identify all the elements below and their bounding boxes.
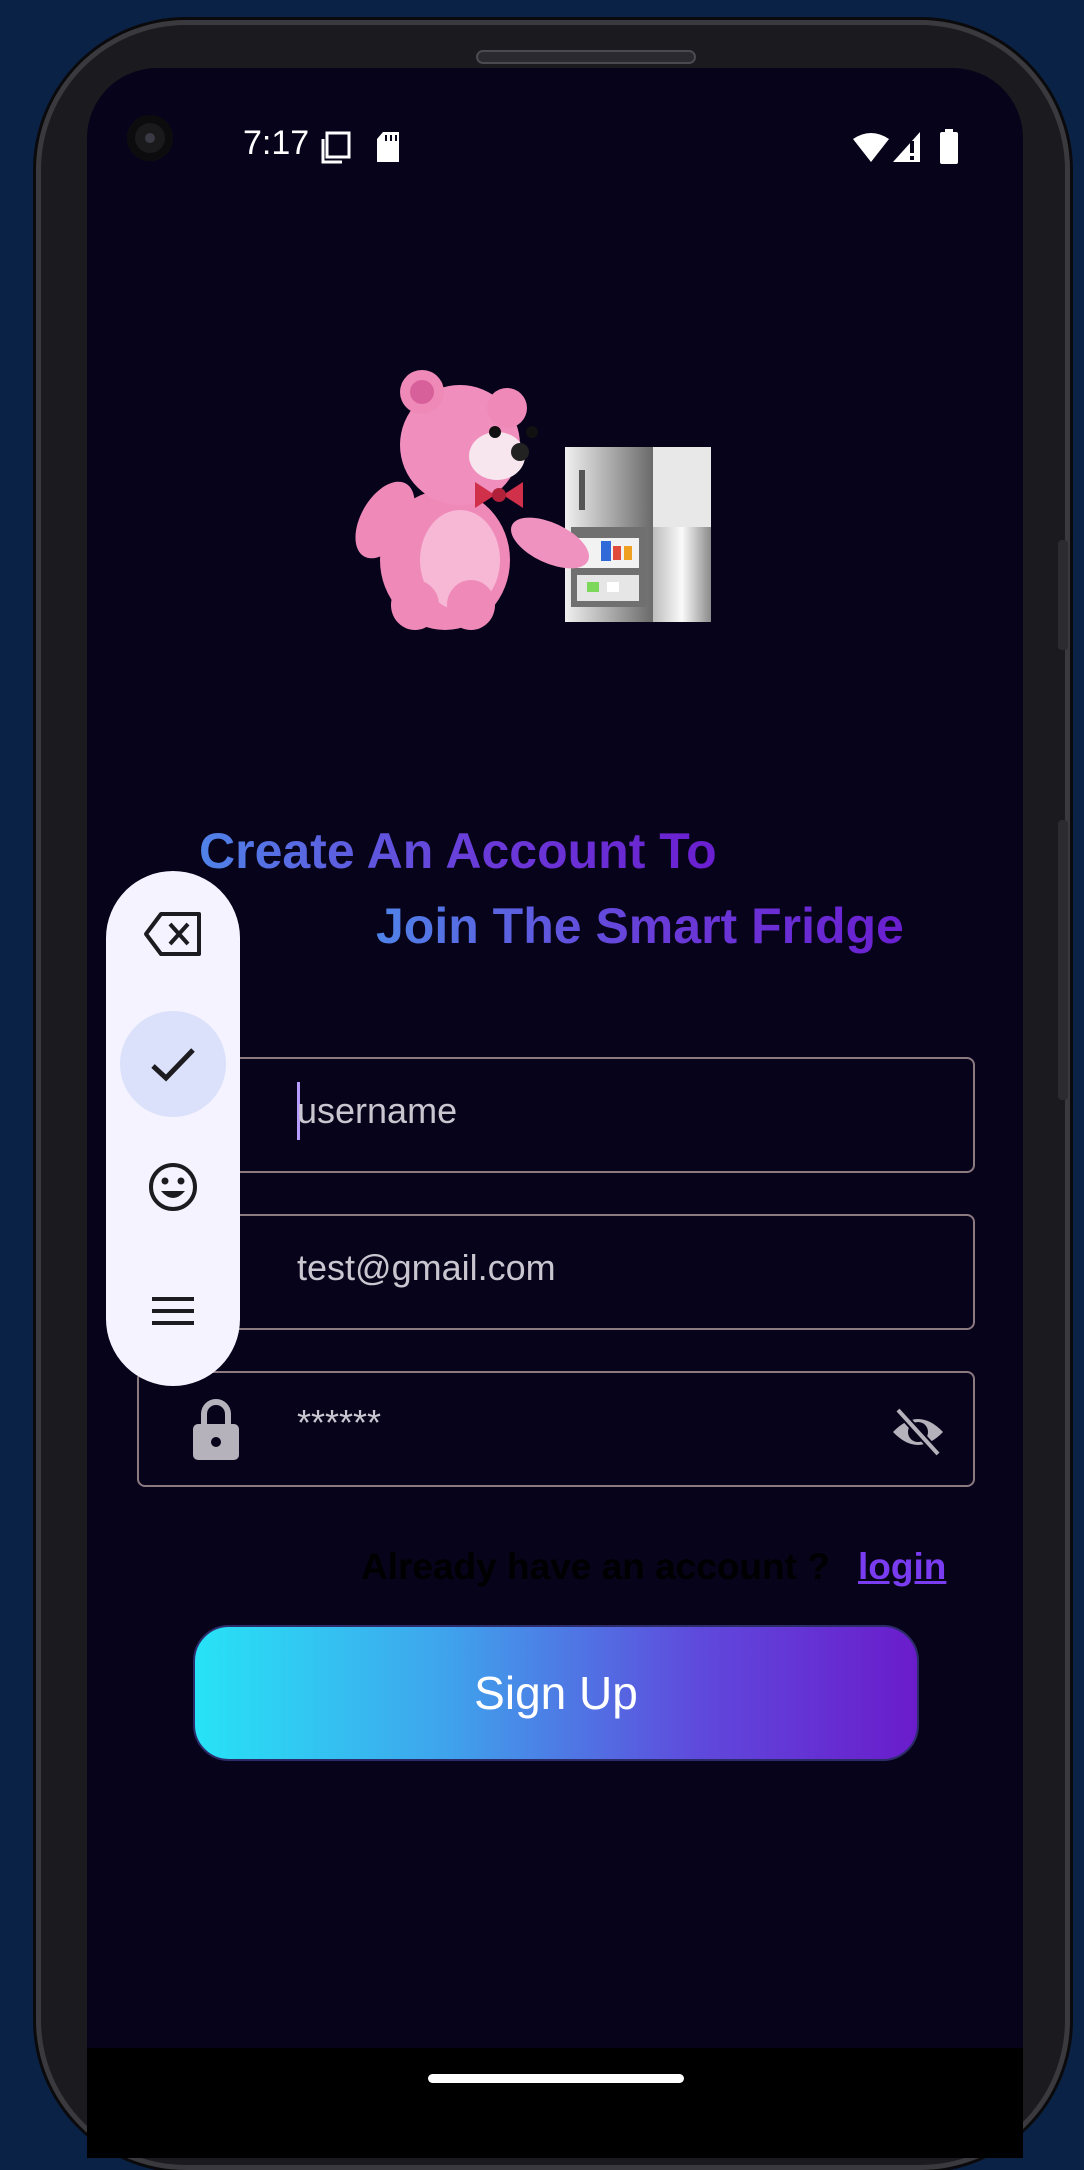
power-button xyxy=(1058,540,1068,650)
home-indicator[interactable] xyxy=(428,2074,684,2083)
confirm-button[interactable] xyxy=(120,1011,226,1117)
sign-up-button[interactable]: Sign Up xyxy=(193,1625,919,1761)
visibility-off-icon[interactable] xyxy=(890,1404,946,1460)
teddy-bear-fridge-illustration xyxy=(355,370,711,630)
volume-button xyxy=(1058,820,1068,1100)
speaker-grille xyxy=(476,50,696,64)
username-placeholder: username xyxy=(297,1090,458,1131)
front-camera xyxy=(127,115,173,161)
menu-icon xyxy=(152,1297,194,1325)
emoji-icon xyxy=(149,1163,197,1211)
menu-button[interactable] xyxy=(120,1258,226,1364)
sign-up-label: Sign Up xyxy=(474,1667,638,1719)
keyboard-toolbar xyxy=(106,871,240,1386)
screen-record-icon xyxy=(321,131,351,164)
battery-icon xyxy=(940,129,958,164)
signal-icon xyxy=(893,132,920,162)
backspace-button[interactable] xyxy=(120,881,226,987)
email-field[interactable] xyxy=(137,1214,975,1330)
status-time: 7:17 xyxy=(243,124,310,162)
already-have-account-text: Already have an account ? xyxy=(361,1546,830,1587)
lock-icon xyxy=(193,1399,239,1460)
headline-line-1: Create An Account To xyxy=(199,823,717,879)
headline-line-2: Join The Smart Fridge xyxy=(376,898,904,954)
password-value: ****** xyxy=(297,1402,382,1443)
navigation-bar xyxy=(87,2048,1023,2158)
username-field[interactable] xyxy=(137,1057,975,1173)
wifi-icon xyxy=(853,133,889,162)
backspace-icon xyxy=(144,912,201,956)
emoji-button[interactable] xyxy=(120,1134,226,1240)
login-link[interactable]: login xyxy=(858,1546,946,1588)
password-field[interactable] xyxy=(137,1371,975,1487)
check-icon xyxy=(151,1048,195,1082)
sd-card-icon xyxy=(377,132,399,162)
email-value: test@gmail.com xyxy=(297,1247,556,1288)
